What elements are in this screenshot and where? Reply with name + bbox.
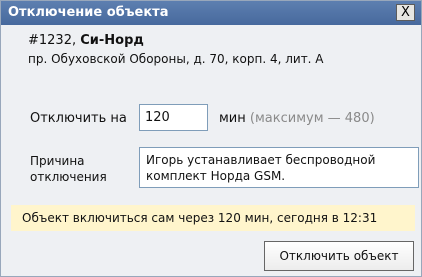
- object-name: Си-Норд: [80, 33, 144, 48]
- close-icon: X: [401, 5, 410, 20]
- disable-duration-label: Отключить на: [30, 111, 127, 126]
- object-header: #1232, Си-Норд: [28, 33, 144, 48]
- duration-unit: мин (максимум — 480): [219, 111, 375, 126]
- max-hint: (максимум — 480): [249, 111, 375, 126]
- close-button[interactable]: X: [396, 4, 415, 21]
- dialog-titlebar: Отключение объекта X: [1, 1, 421, 25]
- object-number: #1232,: [28, 33, 77, 48]
- dialog-title: Отключение объекта: [8, 5, 169, 20]
- auto-enable-notice: Объект включиться сам через 120 мин, сег…: [11, 205, 415, 231]
- disable-object-dialog: Отключение объекта X #1232, Си-Норд пр. …: [0, 0, 422, 277]
- reason-label: Причина отключения: [30, 154, 107, 184]
- object-address: пр. Обуховской Обороны, д. 70, корп. 4, …: [28, 52, 324, 66]
- unit-label: мин: [219, 111, 246, 126]
- minutes-input[interactable]: 120: [139, 104, 208, 131]
- disable-object-button[interactable]: Отключить объект: [264, 241, 414, 271]
- reason-textarea[interactable]: Игорь устанавливает беспроводной комплек…: [139, 147, 419, 188]
